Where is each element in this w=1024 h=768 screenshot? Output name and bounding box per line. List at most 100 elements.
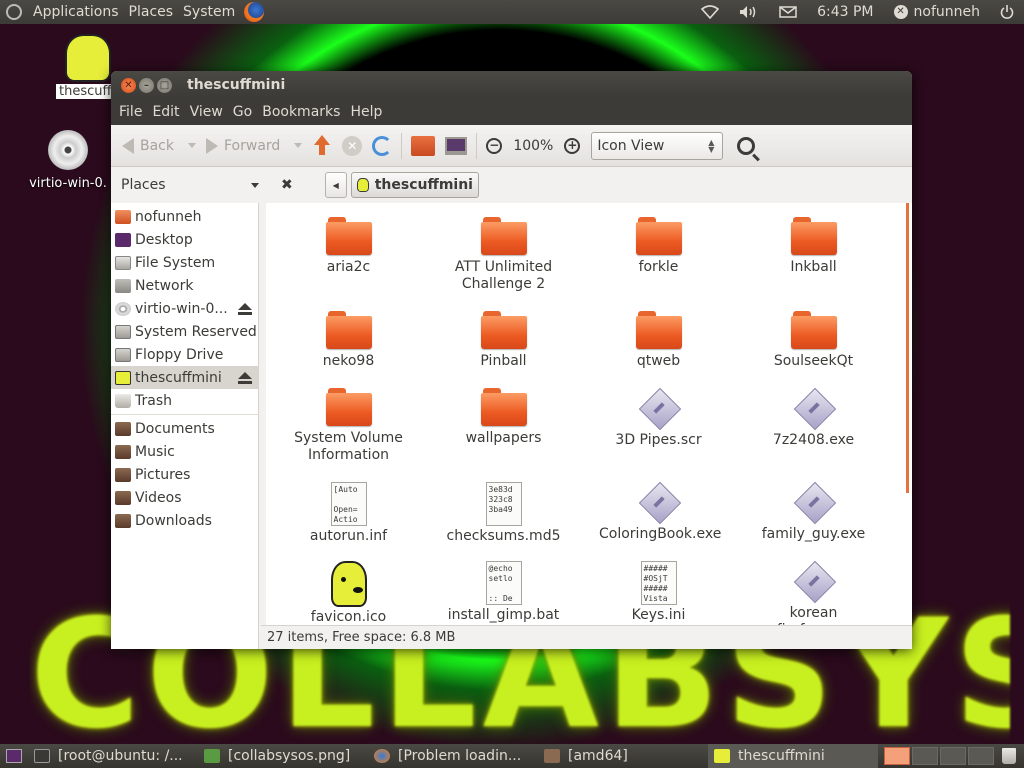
folder-icon bbox=[790, 311, 837, 349]
file-item-keys-ini[interactable]: ##### #OSjT ##### Vista Keys.ini bbox=[581, 561, 736, 624]
taskbar-item-4[interactable]: [amd64] bbox=[538, 744, 708, 768]
show-desktop-icon[interactable] bbox=[6, 749, 22, 763]
taskbar-item-3[interactable]: [Problem loadin... bbox=[368, 744, 538, 768]
taskbar-item-label: [root@ubuntu: /... bbox=[58, 748, 183, 764]
folder-icon bbox=[325, 217, 372, 255]
zoom-in-button[interactable]: + bbox=[559, 130, 585, 162]
computer-button[interactable] bbox=[440, 130, 472, 162]
eject-icon[interactable] bbox=[238, 371, 252, 384]
menu-bookmarks[interactable]: Bookmarks bbox=[257, 104, 345, 120]
search-icon[interactable] bbox=[737, 136, 756, 155]
up-button[interactable] bbox=[307, 130, 337, 162]
status-bar: 27 items, Free space: 6.8 MB bbox=[261, 625, 912, 649]
sidebar-item-label: Network bbox=[135, 277, 194, 294]
file-item-qtweb[interactable]: qtweb bbox=[581, 311, 736, 370]
file-item-coloringbook-exe[interactable]: ColoringBook.exe bbox=[581, 482, 736, 543]
sidebar-item-thescuffmini[interactable]: thescuffmini bbox=[111, 366, 258, 389]
file-item-neko98[interactable]: neko98 bbox=[271, 311, 426, 370]
stop-button[interactable]: ✕ bbox=[337, 130, 367, 162]
places-menu[interactable]: Places bbox=[124, 4, 179, 20]
file-item-family-guy-exe[interactable]: family_guy.exe bbox=[736, 482, 891, 543]
file-item-install-gimp-bat[interactable]: @echo setlo :: De install_gimp.bat bbox=[426, 561, 581, 624]
network-icon[interactable] bbox=[691, 5, 729, 19]
file-item-att-unlimited-challenge-2[interactable]: ATT Unlimited Challenge 2 bbox=[426, 217, 581, 293]
cdrom-icon bbox=[48, 130, 88, 170]
sidebar-item-floppy-drive[interactable]: Floppy Drive bbox=[111, 343, 258, 366]
sidebar-item-music[interactable]: Music bbox=[111, 440, 258, 463]
sidebar-close-icon[interactable]: ✖ bbox=[281, 177, 293, 193]
window-close-button[interactable]: ✕ bbox=[121, 77, 136, 93]
forward-button[interactable]: Forward bbox=[201, 130, 307, 162]
sidebar-item-label: nofunneh bbox=[135, 208, 202, 225]
system-menu[interactable]: System bbox=[178, 4, 240, 20]
taskbar-item-5[interactable]: thescuffmini bbox=[708, 744, 878, 768]
folder-icon bbox=[325, 311, 372, 349]
menu-view[interactable]: View bbox=[185, 104, 228, 120]
file-item-korean-firefox-exe[interactable]: korean firefox.exe bbox=[736, 561, 891, 625]
workspace-4[interactable] bbox=[968, 747, 994, 765]
workspace-2[interactable] bbox=[912, 747, 938, 765]
eject-icon[interactable] bbox=[238, 302, 252, 315]
sidebar-item-virtio-win-0[interactable]: virtio-win-0... bbox=[111, 297, 258, 320]
drive-icon bbox=[115, 324, 131, 339]
workspace-1[interactable] bbox=[884, 747, 910, 765]
file-item-7z2408-exe[interactable]: 7z2408.exe bbox=[736, 388, 891, 449]
window-maximize-button[interactable]: □ bbox=[157, 77, 172, 93]
window-minimize-button[interactable]: – bbox=[139, 77, 154, 93]
sidebar-item-trash[interactable]: Trash bbox=[111, 389, 258, 412]
trash-icon[interactable] bbox=[1002, 748, 1016, 764]
sidebar-item-documents[interactable]: Documents bbox=[111, 417, 258, 440]
sidebar-item-pictures[interactable]: Pictures bbox=[111, 463, 258, 486]
vertical-scrollbar[interactable] bbox=[906, 203, 909, 493]
file-name: qtweb bbox=[636, 353, 681, 369]
menu-go[interactable]: Go bbox=[228, 104, 257, 120]
file-item-autorun-inf[interactable]: [Auto Open= Actio autorun.inf bbox=[271, 482, 426, 545]
menu-file[interactable]: File bbox=[114, 104, 147, 120]
breadcrumb-left-icon[interactable]: ◀ bbox=[324, 172, 347, 198]
reload-button[interactable] bbox=[367, 130, 397, 162]
power-icon[interactable] bbox=[990, 5, 1024, 19]
clock[interactable]: 6:43 PM bbox=[807, 4, 883, 20]
file-item-wallpapers[interactable]: wallpapers bbox=[426, 388, 581, 447]
file-item-aria2c[interactable]: aria2c bbox=[271, 217, 426, 276]
firefox-launcher-icon[interactable] bbox=[244, 2, 265, 22]
sidebar-item-videos[interactable]: Videos bbox=[111, 486, 258, 509]
taskbar-item-1[interactable]: [root@ubuntu: /... bbox=[28, 744, 198, 768]
sidebar-item-file-system[interactable]: File System bbox=[111, 251, 258, 274]
sidebar-item-system-reserved[interactable]: System Reserved bbox=[111, 320, 258, 343]
file-item-3d-pipes-scr[interactable]: 3D Pipes.scr bbox=[581, 388, 736, 449]
zoom-out-button[interactable]: − bbox=[481, 130, 507, 162]
file-item-pinball[interactable]: Pinball bbox=[426, 311, 581, 370]
sidebar-item-downloads[interactable]: Downloads bbox=[111, 509, 258, 532]
taskbar-item-2[interactable]: [collabsysos.png] bbox=[198, 744, 368, 768]
desktop-icon-virtio[interactable]: virtio-win-0. bbox=[26, 130, 110, 191]
forward-history-dropdown-icon[interactable] bbox=[294, 143, 303, 148]
applications-menu[interactable]: Applications bbox=[28, 4, 124, 20]
menu-edit[interactable]: Edit bbox=[147, 104, 184, 120]
menu-help[interactable]: Help bbox=[345, 104, 387, 120]
file-item-system-volume-information[interactable]: System Volume Information bbox=[271, 388, 426, 464]
file-item-soulseekqt[interactable]: SoulseekQt bbox=[736, 311, 891, 370]
back-history-dropdown-icon[interactable] bbox=[188, 143, 196, 148]
view-mode-value: Icon View bbox=[597, 137, 665, 154]
sidebar-item-network[interactable]: Network bbox=[111, 274, 258, 297]
sidebar-places-selector[interactable]: Places bbox=[111, 177, 259, 193]
workspace-3[interactable] bbox=[940, 747, 966, 765]
file-item-forkle[interactable]: forkle bbox=[581, 217, 736, 276]
file-icon-view[interactable]: aria2c ATT Unlimited Challenge 2 forkle Ink… bbox=[266, 203, 912, 625]
home-button[interactable] bbox=[406, 130, 440, 162]
volume-icon[interactable] bbox=[729, 5, 769, 19]
view-mode-select[interactable]: Icon View ▲ ▼ bbox=[591, 131, 724, 160]
file-item-favicon-ico[interactable]: favicon.ico bbox=[271, 561, 426, 625]
breadcrumb-current[interactable]: thescuffmini bbox=[350, 172, 479, 198]
sidebar-item-nofunneh[interactable]: nofunneh bbox=[111, 205, 258, 228]
back-button[interactable]: Back bbox=[117, 130, 201, 162]
executable-icon bbox=[639, 388, 679, 428]
user-menu[interactable]: ✕ nofunneh bbox=[884, 4, 990, 20]
mail-icon[interactable] bbox=[769, 6, 807, 18]
sidebar-item-desktop[interactable]: Desktop bbox=[111, 228, 258, 251]
file-item-checksums-md5[interactable]: 3e83d 323c8 3ba49 checksums.md5 bbox=[426, 482, 581, 545]
file-item-inkball[interactable]: Inkball bbox=[736, 217, 891, 276]
window-titlebar[interactable]: ✕ – □ thescuffmini bbox=[111, 71, 912, 99]
text-file-icon: ##### #OSjT ##### Vista bbox=[640, 561, 677, 605]
